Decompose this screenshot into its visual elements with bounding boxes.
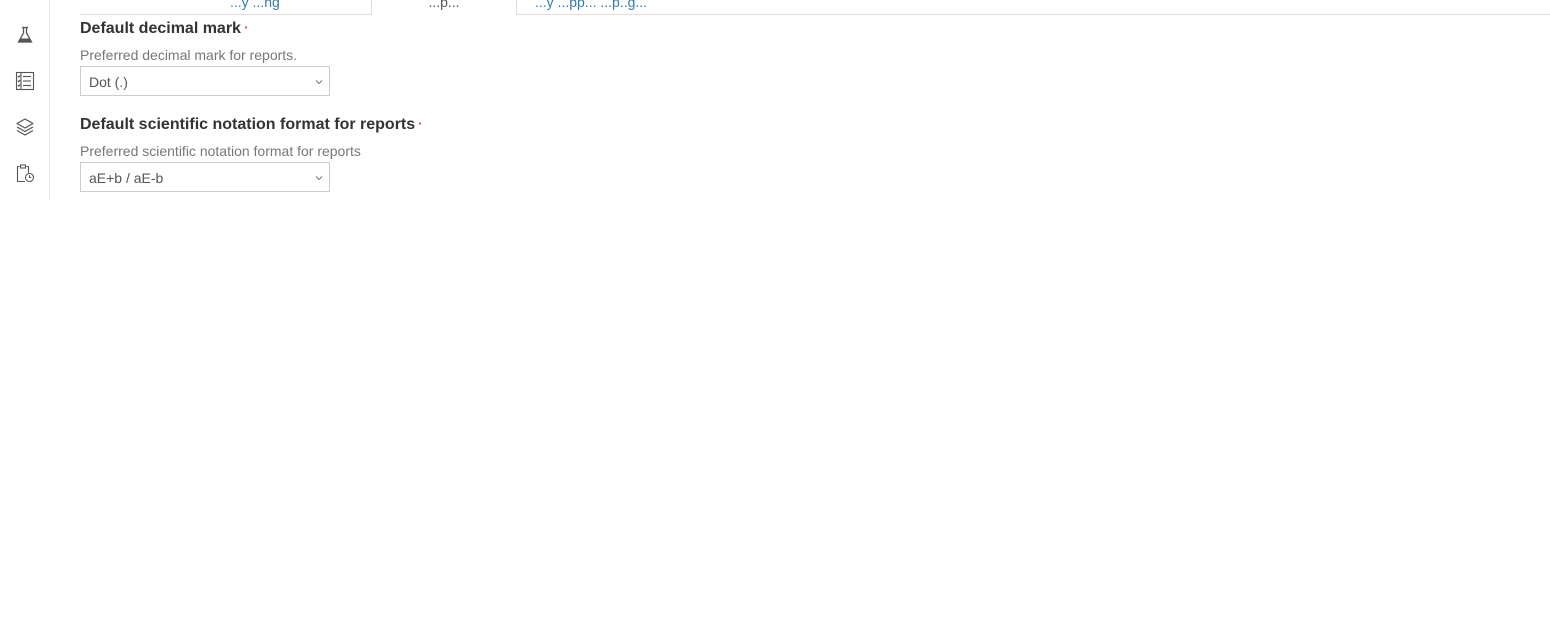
checklist-icon[interactable] xyxy=(15,71,35,91)
tab-right[interactable]: ...y ...pp... ...p..g... xyxy=(535,0,647,14)
scientific-notation-value: aE+b / aE-b xyxy=(89,170,164,186)
flask-icon[interactable] xyxy=(15,25,35,45)
clipboard-clock-icon[interactable] xyxy=(15,163,35,183)
decimal-mark-select[interactable]: Dot (.) xyxy=(80,66,330,96)
tab-divider xyxy=(80,14,371,15)
required-indicator: · xyxy=(418,115,423,131)
page: ...y ...ng ...p... ...y ...pp... ...p..g… xyxy=(0,0,1550,625)
decimal-mark-help: Preferred decimal mark for reports. xyxy=(80,47,298,63)
tab-left[interactable]: ...y ...ng xyxy=(230,0,280,14)
decimal-mark-value: Dot (.) xyxy=(89,74,128,90)
field-label: Default decimal mark · xyxy=(80,18,330,39)
scientific-notation-select[interactable]: aE+b / aE-b xyxy=(80,162,330,192)
tab-divider xyxy=(517,14,1550,15)
chevron-down-icon xyxy=(315,78,323,86)
layers-icon[interactable] xyxy=(15,117,35,137)
required-indicator: · xyxy=(243,19,249,35)
tab-active[interactable]: ...p... xyxy=(371,0,517,15)
chevron-down-icon xyxy=(315,174,323,182)
scientific-notation-label: Default scientific notation format for r… xyxy=(80,116,416,133)
decimal-mark-field: Default decimal mark · Preferred decimal … xyxy=(80,18,330,96)
sidebar xyxy=(0,0,50,200)
decimal-mark-label: Default decimal mark xyxy=(80,20,241,37)
scientific-notation-field: Default scientific notation format for r… xyxy=(80,114,423,192)
tab-bar: ...y ...ng ...p... ...y ...pp... ...p..g… xyxy=(80,0,1550,15)
field-label: Default scientific notation format for r… xyxy=(80,114,423,135)
scientific-notation-help: Preferred scientific notation format for… xyxy=(80,143,361,159)
